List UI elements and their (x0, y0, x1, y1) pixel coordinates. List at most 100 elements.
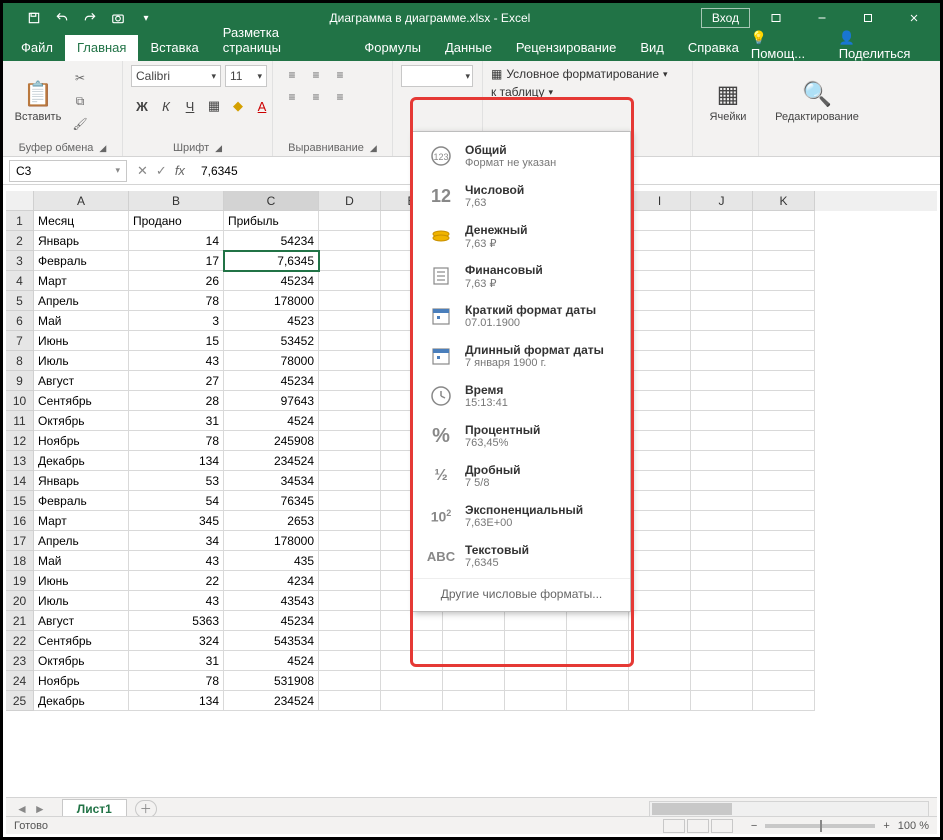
column-header[interactable]: C (224, 191, 319, 211)
cell[interactable]: Продано (129, 211, 224, 231)
row-header[interactable]: 19 (6, 571, 34, 591)
cell[interactable] (691, 331, 753, 351)
cell[interactable] (629, 271, 691, 291)
cell[interactable] (691, 531, 753, 551)
cell[interactable]: 543534 (224, 631, 319, 651)
more-number-formats[interactable]: Другие числовые форматы... (413, 578, 630, 607)
cell[interactable] (567, 651, 629, 671)
cell[interactable] (753, 651, 815, 671)
cell[interactable] (691, 371, 753, 391)
cells-button[interactable]: ▦ Ячейки (701, 65, 755, 137)
zoom-out-button[interactable]: − (751, 820, 757, 832)
cell[interactable] (753, 351, 815, 371)
cell[interactable] (753, 471, 815, 491)
row-header[interactable]: 4 (6, 271, 34, 291)
conditional-formatting-button[interactable]: ▦Условное форматирование▾ (491, 67, 668, 81)
number-format-fraction[interactable]: ½Дробный7 5/8 (413, 456, 630, 496)
cell[interactable] (505, 631, 567, 651)
cell[interactable] (691, 251, 753, 271)
cell[interactable] (319, 651, 381, 671)
font-color-button[interactable]: A (251, 95, 273, 117)
cell[interactable] (319, 511, 381, 531)
ribbon-display-icon[interactable] (756, 3, 796, 33)
cell[interactable]: 3 (129, 311, 224, 331)
cell[interactable] (629, 431, 691, 451)
signin-button[interactable]: Вход (701, 8, 750, 28)
cell[interactable]: 34534 (224, 471, 319, 491)
cell[interactable] (381, 651, 443, 671)
cell[interactable]: Август (34, 371, 129, 391)
number-format-combo[interactable]: ▾ (401, 65, 473, 87)
qat-customize-icon[interactable]: ▾ (133, 6, 159, 30)
column-header[interactable]: I (629, 191, 691, 211)
tab-разметка страницы[interactable]: Разметка страницы (211, 20, 353, 61)
cell[interactable] (691, 431, 753, 451)
cell[interactable]: 4234 (224, 571, 319, 591)
tab-вставка[interactable]: Вставка (138, 35, 210, 61)
tab-справка[interactable]: Справка (676, 35, 751, 61)
cell[interactable]: Октябрь (34, 651, 129, 671)
cell[interactable] (753, 671, 815, 691)
cell[interactable] (629, 631, 691, 651)
cell[interactable]: Июль (34, 351, 129, 371)
row-header[interactable]: 22 (6, 631, 34, 651)
cell[interactable] (319, 251, 381, 271)
cell[interactable] (319, 391, 381, 411)
row-header[interactable]: 20 (6, 591, 34, 611)
cell[interactable]: 34 (129, 531, 224, 551)
cell[interactable]: 43 (129, 551, 224, 571)
cell[interactable] (319, 471, 381, 491)
row-header[interactable]: 16 (6, 511, 34, 531)
view-page-layout-icon[interactable] (687, 819, 709, 833)
number-format-number[interactable]: 12Числовой7,63 (413, 176, 630, 216)
undo-icon[interactable] (49, 6, 75, 30)
row-header[interactable]: 2 (6, 231, 34, 251)
cell[interactable]: Ноябрь (34, 431, 129, 451)
cell[interactable] (691, 391, 753, 411)
cell[interactable]: Июнь (34, 571, 129, 591)
cell[interactable]: Прибыль (224, 211, 319, 231)
cell[interactable] (691, 551, 753, 571)
cell[interactable] (629, 371, 691, 391)
cell[interactable] (319, 331, 381, 351)
cell[interactable] (567, 671, 629, 691)
number-format-scientific[interactable]: 102Экспоненциальный7,63E+00 (413, 496, 630, 536)
underline-button[interactable]: Ч (179, 95, 201, 117)
cell[interactable] (629, 251, 691, 271)
cell[interactable]: 78 (129, 291, 224, 311)
cell[interactable]: 435 (224, 551, 319, 571)
fill-color-button[interactable]: ◆ (227, 95, 249, 117)
cell[interactable] (691, 571, 753, 591)
cell[interactable]: Январь (34, 471, 129, 491)
cell[interactable]: 178000 (224, 531, 319, 551)
cell[interactable] (753, 611, 815, 631)
dialog-launcher-icon[interactable]: ◢ (370, 143, 377, 154)
cell[interactable]: 134 (129, 691, 224, 711)
cell[interactable]: 45234 (224, 611, 319, 631)
cell[interactable] (319, 491, 381, 511)
cell[interactable]: 4523 (224, 311, 319, 331)
number-format-percent[interactable]: %Процентный763,45% (413, 416, 630, 456)
cell[interactable] (319, 211, 381, 231)
cell[interactable] (629, 391, 691, 411)
cell[interactable] (443, 671, 505, 691)
cell[interactable] (753, 491, 815, 511)
share-button[interactable]: 👤 Поделиться (839, 30, 930, 61)
cell[interactable]: 97643 (224, 391, 319, 411)
cell[interactable] (567, 691, 629, 711)
close-icon[interactable] (894, 3, 934, 33)
cell[interactable] (381, 691, 443, 711)
row-header[interactable]: 3 (6, 251, 34, 271)
cell[interactable] (505, 651, 567, 671)
cell[interactable] (319, 231, 381, 251)
cell[interactable] (629, 651, 691, 671)
cell[interactable]: Апрель (34, 291, 129, 311)
tab-файл[interactable]: Файл (9, 35, 65, 61)
cell[interactable] (443, 691, 505, 711)
cell[interactable] (753, 311, 815, 331)
cell[interactable] (319, 431, 381, 451)
align-left-icon[interactable]: ≡ (281, 87, 303, 107)
cell[interactable] (753, 591, 815, 611)
cell[interactable]: 345 (129, 511, 224, 531)
cell[interactable]: Август (34, 611, 129, 631)
